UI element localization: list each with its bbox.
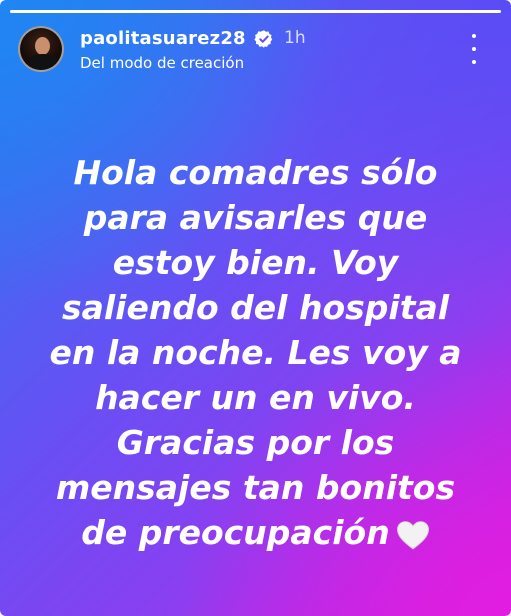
avatar[interactable] <box>18 26 64 72</box>
story-text-line: para avisarles que <box>83 198 428 237</box>
username[interactable]: paolitasuarez28 <box>80 28 246 49</box>
avatar-body <box>28 54 58 70</box>
story-text-line: en la noche. Les voy a <box>49 333 462 372</box>
story-progress-bar <box>10 10 501 13</box>
story-text-line: mensajes tan bonitos <box>55 468 456 507</box>
more-options-button[interactable] <box>465 34 483 64</box>
verified-badge-icon <box>254 30 273 48</box>
more-vertical-icon <box>472 34 476 38</box>
story-text-line: Hola comadres sólo <box>73 153 438 192</box>
more-vertical-icon-dot <box>472 60 476 64</box>
story-viewer[interactable]: paolitasuarez28 1h Del modo de creación … <box>0 0 511 616</box>
story-source-label: Del modo de creación <box>80 54 245 72</box>
avatar-face <box>35 37 50 55</box>
story-text-line: hacer un en vivo. <box>95 378 416 417</box>
story-text-line: estoy bien. Voy <box>112 243 399 282</box>
story-text-line: Gracias por los <box>116 423 395 462</box>
story-text-line: de preocupación <box>81 513 390 552</box>
story-text: Hola comadres sólo para avisarles que es… <box>20 150 491 555</box>
post-time: 1h <box>284 28 306 48</box>
story-header: paolitasuarez28 1h Del modo de creación <box>18 26 495 76</box>
more-vertical-icon-dot <box>472 47 476 51</box>
story-text-line: saliendo del hospital <box>61 288 450 327</box>
story-text-line-last: de preocupación <box>20 510 491 555</box>
story-progress-fill <box>10 10 501 13</box>
white-heart-icon <box>396 521 429 550</box>
